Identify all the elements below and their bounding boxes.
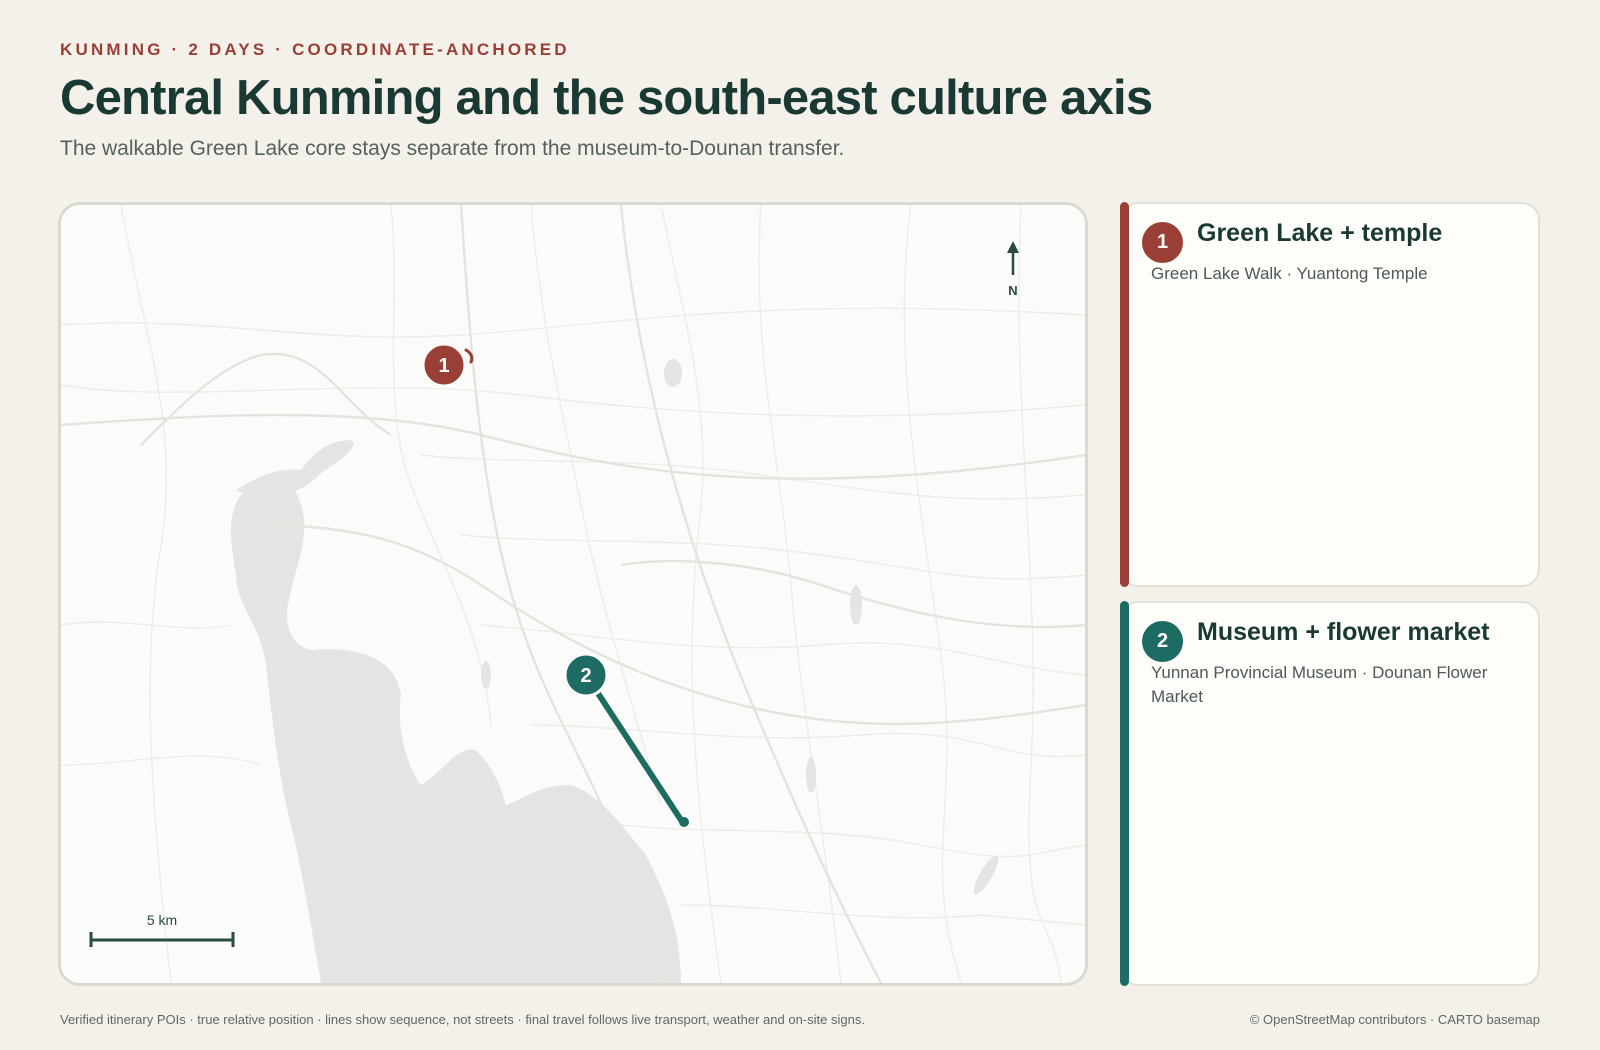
page-subtitle: The walkable Green Lake core stays separ… [60, 137, 845, 160]
map-panel[interactable]: 1 2 N 5 km [58, 202, 1088, 986]
pond [664, 359, 682, 387]
day-1-title: Green Lake + temple [1197, 219, 1443, 247]
svg-text:2: 2 [580, 665, 591, 687]
day-1-accent-bar [1120, 202, 1129, 587]
svg-text:N: N [1008, 283, 1017, 298]
basemap[interactable]: 1 2 N 5 km [61, 205, 1085, 983]
day-2-badge: 2 [1142, 621, 1183, 662]
day-1-card[interactable]: 1 Green Lake + temple Green Lake Walk · … [1120, 202, 1540, 587]
page-kicker: KUNMING · 2 DAYS · COORDINATE-ANCHORED [60, 40, 570, 59]
day-2-accent-bar [1120, 601, 1129, 986]
poi-dot-dounan[interactable] [679, 817, 689, 827]
svg-text:1: 1 [438, 355, 449, 377]
footer-note: Verified itinerary POIs · true relative … [60, 1012, 865, 1027]
day-2-places: Yunnan Provincial Museum · Dounan Flower… [1151, 663, 1488, 706]
page-title: Central Kunming and the south-east cultu… [60, 71, 1153, 125]
svg-text:5 km: 5 km [147, 912, 177, 928]
day-2-title: Museum + flower market [1197, 618, 1490, 646]
pond [850, 585, 862, 625]
pond [806, 757, 816, 793]
map-marker-day-2[interactable]: 2 [563, 652, 609, 698]
day-2-card[interactable]: 2 Museum + flower market Yunnan Provinci… [1120, 601, 1540, 986]
day-1-badge: 1 [1142, 222, 1183, 263]
pond [481, 661, 491, 689]
map-attribution[interactable]: © OpenStreetMap contributors · CARTO bas… [1250, 1012, 1540, 1027]
map-marker-day-1[interactable]: 1 [421, 342, 467, 388]
day-1-places: Green Lake Walk · Yuantong Temple [1151, 264, 1428, 283]
